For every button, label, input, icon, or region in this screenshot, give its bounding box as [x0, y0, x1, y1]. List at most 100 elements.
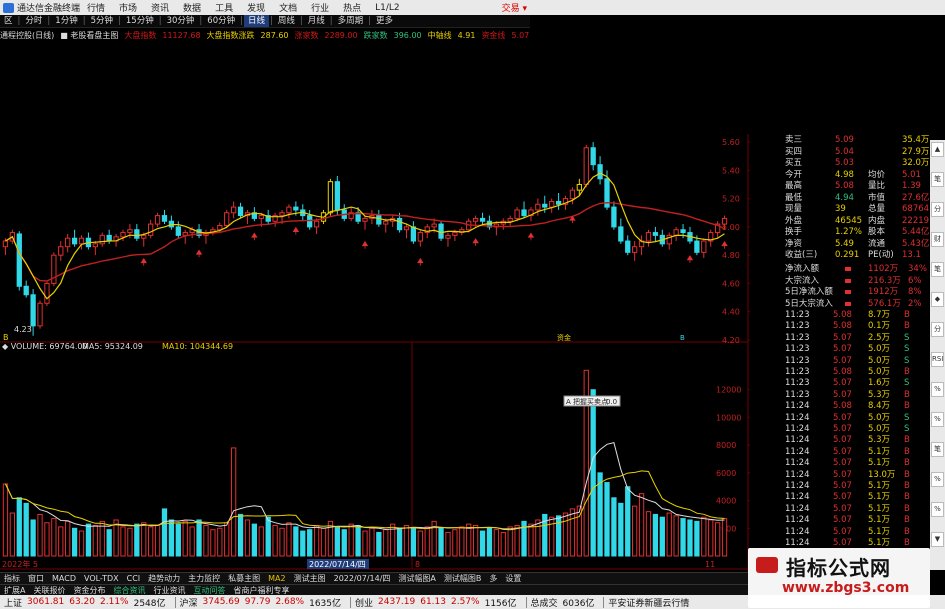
side-tool-button[interactable]: 分 [931, 202, 944, 217]
tick-volume: 5.1万 [868, 503, 891, 514]
candle-body [44, 282, 50, 304]
indicator-tab[interactable]: 2022/07/14/四 [330, 573, 395, 584]
quote-row: 最低 4.94 市值 27.6亿 [750, 193, 930, 203]
period-button[interactable]: 15分钟 [122, 15, 158, 27]
price-axis-label: 4.60 [722, 279, 740, 288]
side-tool-button[interactable]: ◆ [931, 292, 944, 307]
quote-value: 4.94 [835, 192, 854, 203]
period-button[interactable]: 月线 [304, 15, 329, 27]
period-button[interactable]: 5分钟 [87, 15, 117, 27]
indicator-tab[interactable]: 测试幅图B [440, 573, 486, 584]
quote-row: 收益(三) 0.291 PE(动) 13.1 [750, 250, 930, 260]
side-tool-button[interactable]: 笔 [931, 262, 944, 277]
quote-label: 净资 [785, 238, 803, 249]
indicator-tab[interactable]: MACD [48, 574, 80, 583]
buy-arrow-icon [140, 257, 147, 266]
period-button[interactable]: 多周期 [334, 15, 368, 27]
indicator-value: 涨家数 [294, 30, 319, 40]
side-tool-button[interactable]: ▼ [931, 532, 944, 547]
menu-item-quotes[interactable]: 行情 [87, 1, 105, 14]
side-tool-button[interactable]: 笔 [931, 172, 944, 187]
tick-time: 11:23 [785, 378, 810, 389]
period-button[interactable]: 1分钟 [51, 15, 81, 27]
volume-bar [528, 523, 534, 557]
period-button[interactable]: 30分钟 [163, 15, 199, 27]
price-axis-label: 4.80 [722, 251, 740, 260]
side-tool-button[interactable]: 笔 [931, 442, 944, 457]
volume-bar [313, 525, 320, 557]
quote-label: PE(动) [868, 250, 894, 260]
indicator-tab[interactable]: 指标 [0, 573, 24, 584]
ma-short-line [5, 172, 725, 300]
tick-time: 11:24 [785, 401, 810, 412]
tick-row: 11:24 5.07 5.1万 B [750, 492, 930, 502]
tick-row: 11:23 5.07 5.3万 B [750, 390, 930, 400]
side-tool-strip[interactable]: ▲ 笔分财笔 ◆ 分 RSI%% 笔%% ▼ [930, 140, 945, 570]
side-tool-button[interactable]: % [931, 472, 944, 487]
period-button[interactable]: 周线 [274, 15, 299, 27]
status-divider [174, 596, 176, 608]
indicator-tab[interactable]: 设置 [501, 573, 525, 584]
indicator-tab[interactable]: 多 [485, 573, 501, 584]
side-tool-button[interactable]: % [931, 382, 944, 397]
news-ticker[interactable]: 平安证券新疆云行情 [608, 596, 689, 609]
indicator-tab[interactable]: 私募主图 [224, 573, 264, 584]
indicator-tab[interactable]: 主力监控 [184, 573, 224, 584]
quote-value: 68764 [902, 204, 930, 214]
menu-item-level2[interactable]: L1/L2 [375, 3, 400, 13]
menu-item-docs[interactable]: 文档 [279, 1, 297, 14]
menu-item-industry[interactable]: 行业 [311, 1, 329, 14]
kline-chart[interactable]: 5.605.405.205.004.804.604.404.2012000100… [0, 42, 752, 572]
period-button[interactable]: 日线 [243, 15, 269, 27]
tick-time: 11:24 [785, 446, 810, 457]
side-tool-button[interactable]: ▲ [931, 142, 944, 157]
volume-bar [493, 529, 500, 557]
menu-item-data[interactable]: 数据 [183, 1, 201, 14]
quote-row: 净资 5.49 流通 5.43亿 [750, 239, 930, 249]
quote-value: 1.27% [835, 227, 863, 237]
menu-item-hotspot[interactable]: 热点 [343, 1, 361, 14]
tick-side: S [904, 355, 910, 366]
period-button[interactable]: 60分钟 [203, 15, 239, 27]
indicator-tab[interactable]: VOL-TDX [80, 574, 123, 583]
side-tool-button[interactable]: % [931, 412, 944, 427]
quote-sidebar: 卖三 5.09 35.4万 买四 5.04 27.9万 买五 5.03 32.0万 今开 4.98 均… [750, 130, 930, 572]
tick-time: 11:23 [785, 355, 810, 366]
indicator-tab[interactable]: CCI [123, 574, 145, 583]
menu-item-market[interactable]: 市场 [119, 1, 137, 14]
tick-side: B [904, 538, 910, 548]
tick-price: 5.07 [833, 458, 852, 469]
indicator-tab[interactable]: MA2 [264, 574, 289, 583]
indicator-tab[interactable]: 测试幅图A [394, 573, 439, 584]
side-tool-button[interactable]: 分 [931, 322, 944, 337]
menu-item-discover[interactable]: 发现 [247, 1, 265, 14]
quote-row: 最高 5.08 量比 1.39 [750, 181, 930, 191]
hs-index-pct: 2.68% [275, 597, 305, 607]
side-tool-button[interactable]: % [931, 502, 944, 517]
indicator-tab[interactable]: 趋势动力 [144, 573, 184, 584]
tick-volume: 5.1万 [868, 481, 891, 491]
quote-label: 卖三 [785, 135, 803, 145]
tick-side: B [904, 435, 910, 446]
indicator-value: 396.00 [393, 30, 422, 40]
trade-button[interactable]: 交易 ▾ [502, 1, 527, 14]
tick-volume: 13.0万 [868, 469, 896, 480]
buy-signal-label: B [3, 333, 9, 342]
tick-volume: 8.4万 [868, 401, 891, 412]
quote-row: 外盘 46545 内盘 22219 [750, 216, 930, 226]
period-button[interactable]: 分时 [21, 15, 46, 27]
period-button[interactable]: 区 [0, 15, 17, 27]
period-button[interactable]: 更多 [372, 15, 397, 27]
tick-time: 11:24 [785, 538, 810, 548]
side-tool-button[interactable]: 财 [931, 232, 944, 247]
indicator-tab[interactable]: 测试主图 [290, 573, 330, 584]
volume-bar [645, 511, 652, 557]
indicator-tab[interactable]: 窗口 [24, 573, 48, 584]
quote-row: 今开 4.98 均价 5.01 [750, 170, 930, 180]
chart-area[interactable]: 5.60 5.40 5.20 5.00 4.80 4.60 4.40 4.20 12000 100… [0, 42, 752, 572]
menu-item-news[interactable]: 资讯 [151, 1, 169, 14]
candle-body [721, 217, 728, 225]
price-axis-label: 5.20 [722, 195, 740, 204]
side-tool-button[interactable]: RSI [931, 352, 944, 367]
menu-item-tools[interactable]: 工具 [215, 1, 233, 14]
